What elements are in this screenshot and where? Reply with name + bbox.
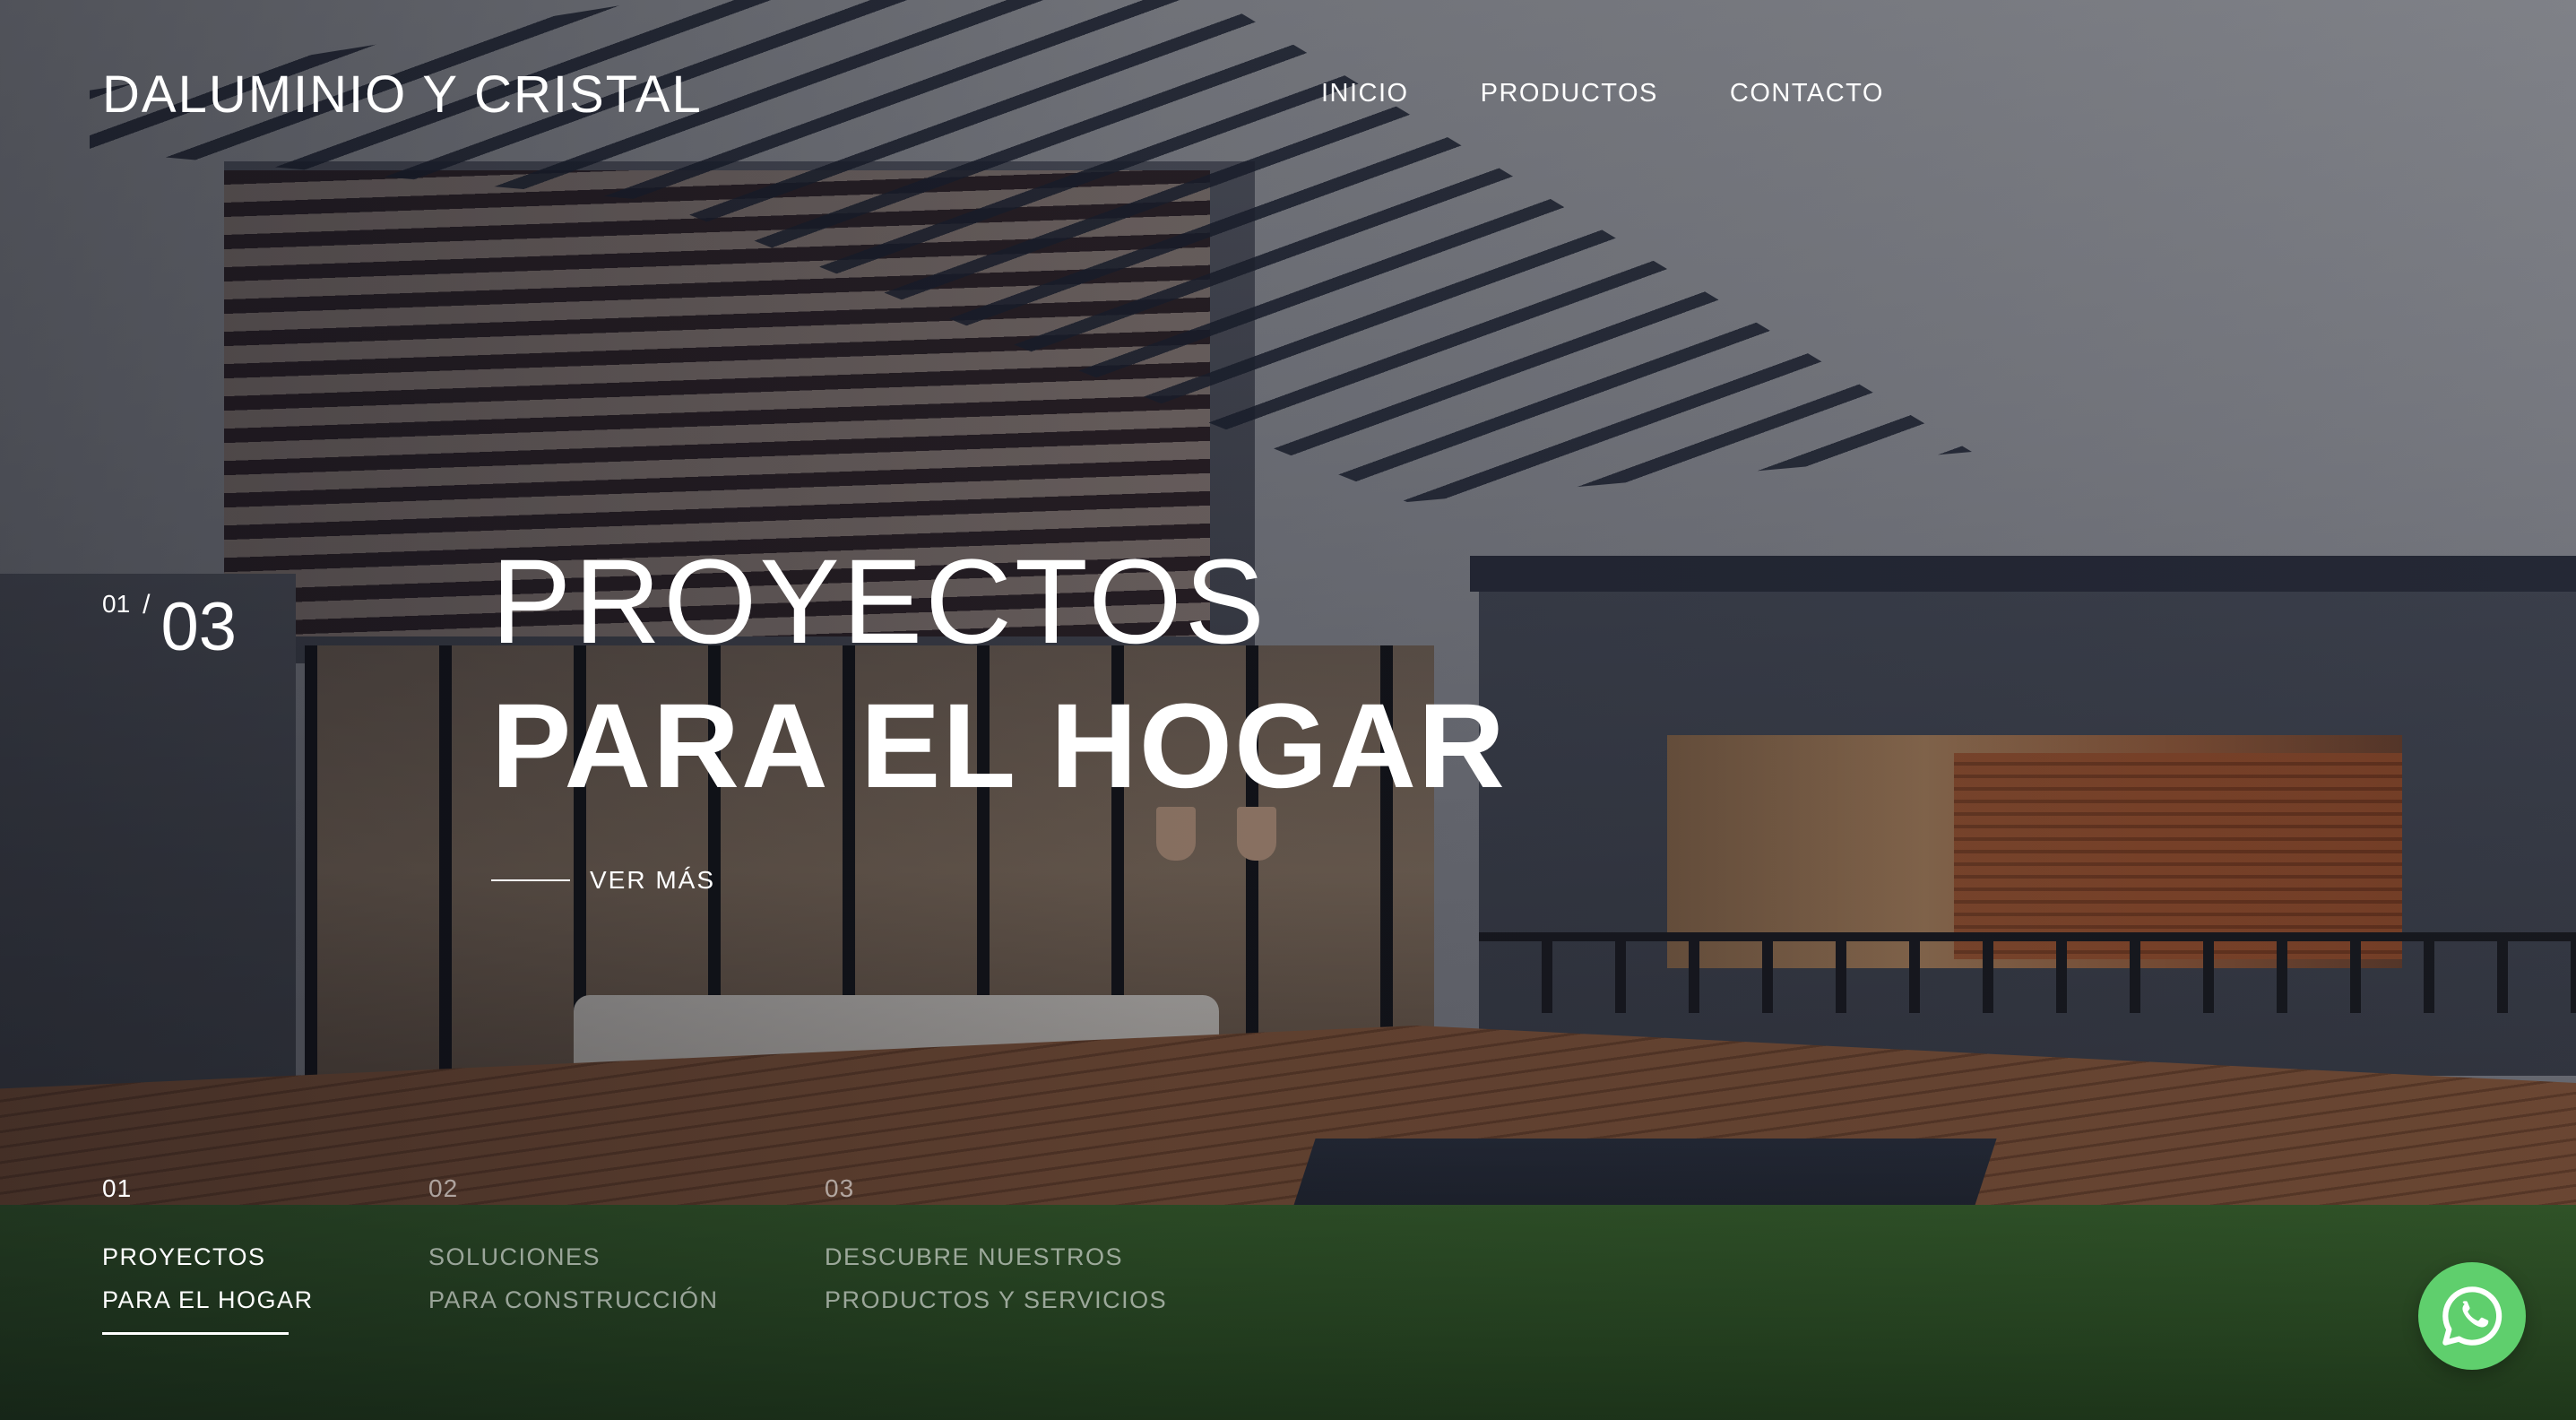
active-tab-indicator [102, 1332, 289, 1335]
slide-counter: 01 / 03 [102, 583, 237, 662]
slide-tab-subtitle: PARA EL HOGAR [102, 1286, 314, 1313]
nav-contacto[interactable]: CONTACTO [1730, 79, 1884, 108]
slide-total: 03 [160, 589, 238, 665]
ver-mas-label: VER MÁS [590, 866, 716, 894]
slide-tab-title: SOLUCIONES [428, 1243, 601, 1270]
nav-productos[interactable]: PRODUCTOS [1481, 79, 1658, 108]
slide-current: 01 [102, 590, 131, 618]
hero-title-line1: PROYECTOS [491, 535, 1267, 669]
whatsapp-button[interactable] [2418, 1262, 2526, 1370]
hero-title-line2: PARA EL HOGAR [491, 679, 1507, 813]
slide-tab-3[interactable]: 03 DESCUBRE NUESTROS PRODUCTOS Y SERVICI… [825, 1174, 1167, 1321]
nav-inicio[interactable]: INICIO [1321, 79, 1409, 108]
slide-tab-number: 03 [825, 1174, 855, 1202]
slide-tab-subtitle: PRODUCTOS Y SERVICIOS [825, 1286, 1168, 1313]
slide-separator: / [143, 590, 151, 619]
main-nav: INICIO PRODUCTOS CONTACTO [1321, 79, 1884, 108]
ver-mas-link[interactable]: VER MÁS [491, 866, 715, 895]
slide-tab-subtitle: PARA CONSTRUCCIÓN [428, 1286, 719, 1313]
slide-tab-title: PROYECTOS [102, 1243, 266, 1270]
slide-tab-title: DESCUBRE NUESTROS [825, 1243, 1124, 1270]
hero-headline: PROYECTOS PARA EL HOGAR [491, 531, 1507, 819]
slide-tab-number: 02 [428, 1174, 459, 1202]
brand-logo[interactable]: DALUMINIO Y CRISTAL [102, 65, 703, 125]
slide-tab-number: 01 [102, 1174, 133, 1202]
slide-tab-1[interactable]: 01 PROYECTOS PARA EL HOGAR [102, 1174, 314, 1335]
slide-tab-2[interactable]: 02 SOLUCIONES PARA CONSTRUCCIÓN [428, 1174, 719, 1321]
cta-rule [491, 879, 570, 881]
whatsapp-icon [2442, 1286, 2503, 1346]
